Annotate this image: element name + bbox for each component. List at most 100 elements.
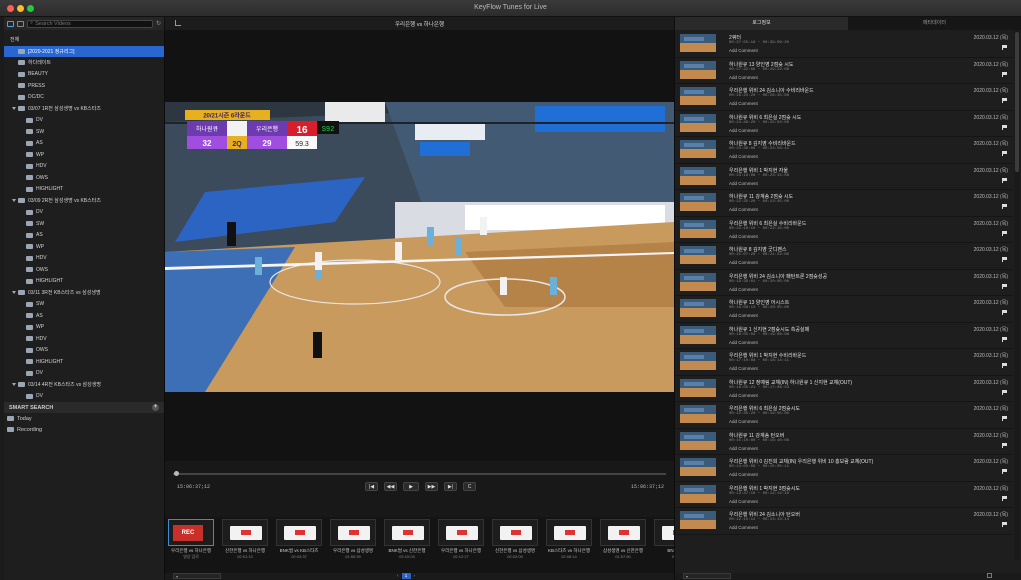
tree-folder[interactable]: OWS	[4, 172, 164, 184]
timeline-track[interactable]	[173, 473, 666, 475]
flag-icon[interactable]	[1002, 522, 1007, 527]
tree-folder[interactable]: DV	[4, 391, 164, 403]
playhead[interactable]	[174, 471, 179, 476]
add-comment-link[interactable]: Add Comment	[729, 260, 758, 265]
tree-group[interactable]: 03/11 3R전 KB스타즈 vs 삼성생명	[4, 287, 164, 299]
add-comment-link[interactable]: Add Comment	[729, 234, 758, 239]
log-event-row[interactable]: 우리은행 위비 6 최은실 2점슛시도 00:15:35:20 ~ 00:16:0…	[675, 402, 1013, 429]
clip-item[interactable]: 우리은행 vs 삼성생명 01:50:39	[330, 519, 376, 559]
tree-group[interactable]: 03/07 1R전 삼성생명 vs KB스타즈	[4, 103, 164, 115]
log-event-row[interactable]: 하나원큐 11 강계송 2점슛 시도 00:22:35:20 ~ 00:22:45…	[675, 190, 1013, 217]
log-event-row[interactable]: 우리은행 위비 24 김소니아 수비리바운드 00:26:25:20 ~ 00:2…	[675, 84, 1013, 111]
tree-folder[interactable]: SW	[4, 126, 164, 138]
tree-folder[interactable]: HDV	[4, 333, 164, 345]
add-comment-link[interactable]: Add Comment	[729, 75, 758, 80]
auto-checkbox[interactable]	[987, 573, 992, 578]
log-event-row[interactable]: 하나원큐 위비 6 최은실 2점슛 시도 00:24:46:20 ~ 00:25:…	[675, 111, 1013, 137]
log-event-row[interactable]: 하나원큐 8 김지영 수비리바운드 00:23:39:06 ~ 00:23:56:…	[675, 137, 1013, 164]
disclosure-triangle-icon[interactable]	[12, 291, 16, 295]
log-event-row[interactable]: 하나원큐 11 강계송 턴오버 00:15:10:00 ~ 00:16:10:08…	[675, 429, 1013, 455]
tree-folder[interactable]: WP	[4, 149, 164, 161]
add-comment-link[interactable]: Add Comment	[729, 446, 758, 451]
tree-folder[interactable]: OWS	[4, 264, 164, 276]
grid-view-icon[interactable]	[17, 20, 24, 27]
flag-icon[interactable]	[1002, 336, 1007, 342]
add-comment-link[interactable]: Add Comment	[729, 499, 758, 504]
flag-icon[interactable]	[1002, 363, 1007, 368]
flag-icon[interactable]	[1002, 257, 1007, 262]
log-event-row[interactable]: 우리은행 위비 24 김소니아 패턴트론 2점슛성공 00:19:39:01 ~ …	[675, 270, 1013, 296]
refresh-icon[interactable]: ↻	[156, 20, 161, 27]
tree-folder[interactable]: DV	[4, 207, 164, 219]
clip-item[interactable]: 우리은행 vs 하나은행 02:12:27	[438, 519, 484, 559]
add-comment-link[interactable]: Add Comment	[729, 48, 758, 53]
tree-folder[interactable]: HIGHLIGHT	[4, 276, 164, 288]
library-view-icon[interactable]	[7, 20, 14, 27]
flag-icon[interactable]	[1002, 98, 1007, 103]
tab-log-info[interactable]: 로그정보	[675, 17, 848, 30]
flag-icon[interactable]	[1002, 416, 1007, 421]
log-event-row[interactable]: 하나원큐 8 김지영 굿디펜스 00:21:07:20 ~ 00:21:22:00…	[675, 243, 1013, 270]
add-comment-link[interactable]: Add Comment	[729, 419, 758, 424]
tree-folder[interactable]: BEAUTY	[4, 69, 164, 81]
flag-icon[interactable]	[1002, 310, 1007, 315]
tree-folder[interactable]: DV	[4, 115, 164, 127]
smart-item-recording[interactable]: Recording	[4, 424, 164, 435]
search-input[interactable]: ⌕ Search Videos	[27, 19, 153, 28]
add-comment-link[interactable]: Add Comment	[729, 366, 758, 371]
flag-icon[interactable]	[1002, 283, 1007, 289]
clip-item[interactable]: 삼성생명 vs 신한은행 01:57:50	[600, 519, 646, 559]
tree-folder[interactable]: HDV	[4, 253, 164, 265]
tree-folder[interactable]: DC/DC	[4, 92, 164, 104]
flag-icon[interactable]	[1002, 442, 1007, 448]
clip-item[interactable]: 신한은행 vs 삼성생명 02:02:09	[492, 519, 538, 559]
loop-button[interactable]: C	[463, 482, 476, 491]
log-event-row[interactable]: 우리은행 위비 1 박지현 자울 00:23:19:06 ~ 00:23:15:0…	[675, 164, 1013, 190]
tree-folder[interactable]: [2020-2021 정규리그]	[4, 45, 164, 57]
skip-end-button[interactable]: ▶|	[444, 482, 457, 491]
video-player[interactable]: 20/21시즌 6라운드 하나원큐 우리은행 16 32 2Q 29 59.3 …	[165, 102, 674, 392]
log-event-row[interactable]: 하나원큐 12 정예림 교체(IN) 하나원큐 1 신지현 교체(OUT) 00:…	[675, 376, 1013, 402]
flag-icon[interactable]	[1002, 495, 1007, 501]
add-comment-link[interactable]: Add Comment	[729, 207, 758, 212]
disclosure-triangle-icon[interactable]	[12, 107, 16, 111]
add-comment-link[interactable]: Add Comment	[729, 154, 758, 159]
prev-page-button[interactable]: ‹	[397, 573, 399, 579]
log-event-row[interactable]: 하나원큐 13 양인영 어시스트 00:19:08:13 ~ 00:20:05:0…	[675, 296, 1013, 323]
flag-icon[interactable]	[1002, 71, 1007, 77]
current-page[interactable]: 1	[401, 573, 411, 579]
tree-root[interactable]: 전체	[4, 34, 164, 46]
flag-icon[interactable]	[1002, 45, 1007, 50]
filter-select[interactable]: ▾	[683, 573, 731, 579]
disclosure-triangle-icon[interactable]	[12, 199, 16, 203]
clip-item[interactable]: BNK썸 vs 신한은행 02:10:03	[384, 519, 430, 559]
disclosure-triangle-icon[interactable]	[12, 383, 16, 387]
tree-folder[interactable]: SW	[4, 299, 164, 311]
tree-group[interactable]: 03/14 4R전 KB스타즈 vs 삼성생명	[4, 379, 164, 391]
add-smart-search-button[interactable]: +	[152, 404, 159, 411]
smart-item-today[interactable]: Today	[4, 413, 164, 424]
log-scrollbar[interactable]	[1014, 30, 1020, 560]
flag-icon[interactable]	[1002, 469, 1007, 474]
clip-item[interactable]: KB스타즈 vs 하나은행 02:08:14	[546, 519, 592, 559]
skip-start-button[interactable]: |◀	[365, 482, 378, 491]
log-event-row[interactable]: 우리은행 위비 24 김소니아 턴오버 00:12:15:12 ~ 00:13:1…	[675, 508, 1013, 535]
flag-icon[interactable]	[1002, 389, 1007, 395]
tree-folder[interactable]: WP	[4, 322, 164, 334]
sort-select[interactable]: ▾	[173, 573, 221, 579]
add-comment-link[interactable]: Add Comment	[729, 340, 758, 345]
flag-icon[interactable]	[1002, 230, 1007, 236]
add-comment-link[interactable]: Add Comment	[729, 101, 758, 106]
add-comment-link[interactable]: Add Comment	[729, 313, 758, 318]
clip-item[interactable]: BNK썸 vs KB스타즈 02:03:37	[276, 519, 322, 559]
add-comment-link[interactable]: Add Comment	[729, 181, 758, 186]
log-event-row[interactable]: 우리은행 위비 0 김진희 교체(IN) 우리은행 위비 10 홍보람 교체(O…	[675, 455, 1013, 482]
tree-folder[interactable]: HIGHLIGHT	[4, 356, 164, 368]
rewind-button[interactable]: ◀◀	[384, 482, 397, 491]
log-event-row[interactable]: 하나원큐 13 양인영 2점슛 시도 00:27:22:06 ~ 00:29:22…	[675, 58, 1013, 84]
tree-folder[interactable]: 하다레이트	[4, 57, 164, 69]
tree-folder[interactable]: AS	[4, 230, 164, 242]
tree-folder[interactable]: PRESS	[4, 80, 164, 92]
fast-forward-button[interactable]: ▶▶	[425, 482, 438, 491]
play-button[interactable]: ▶	[403, 482, 419, 491]
